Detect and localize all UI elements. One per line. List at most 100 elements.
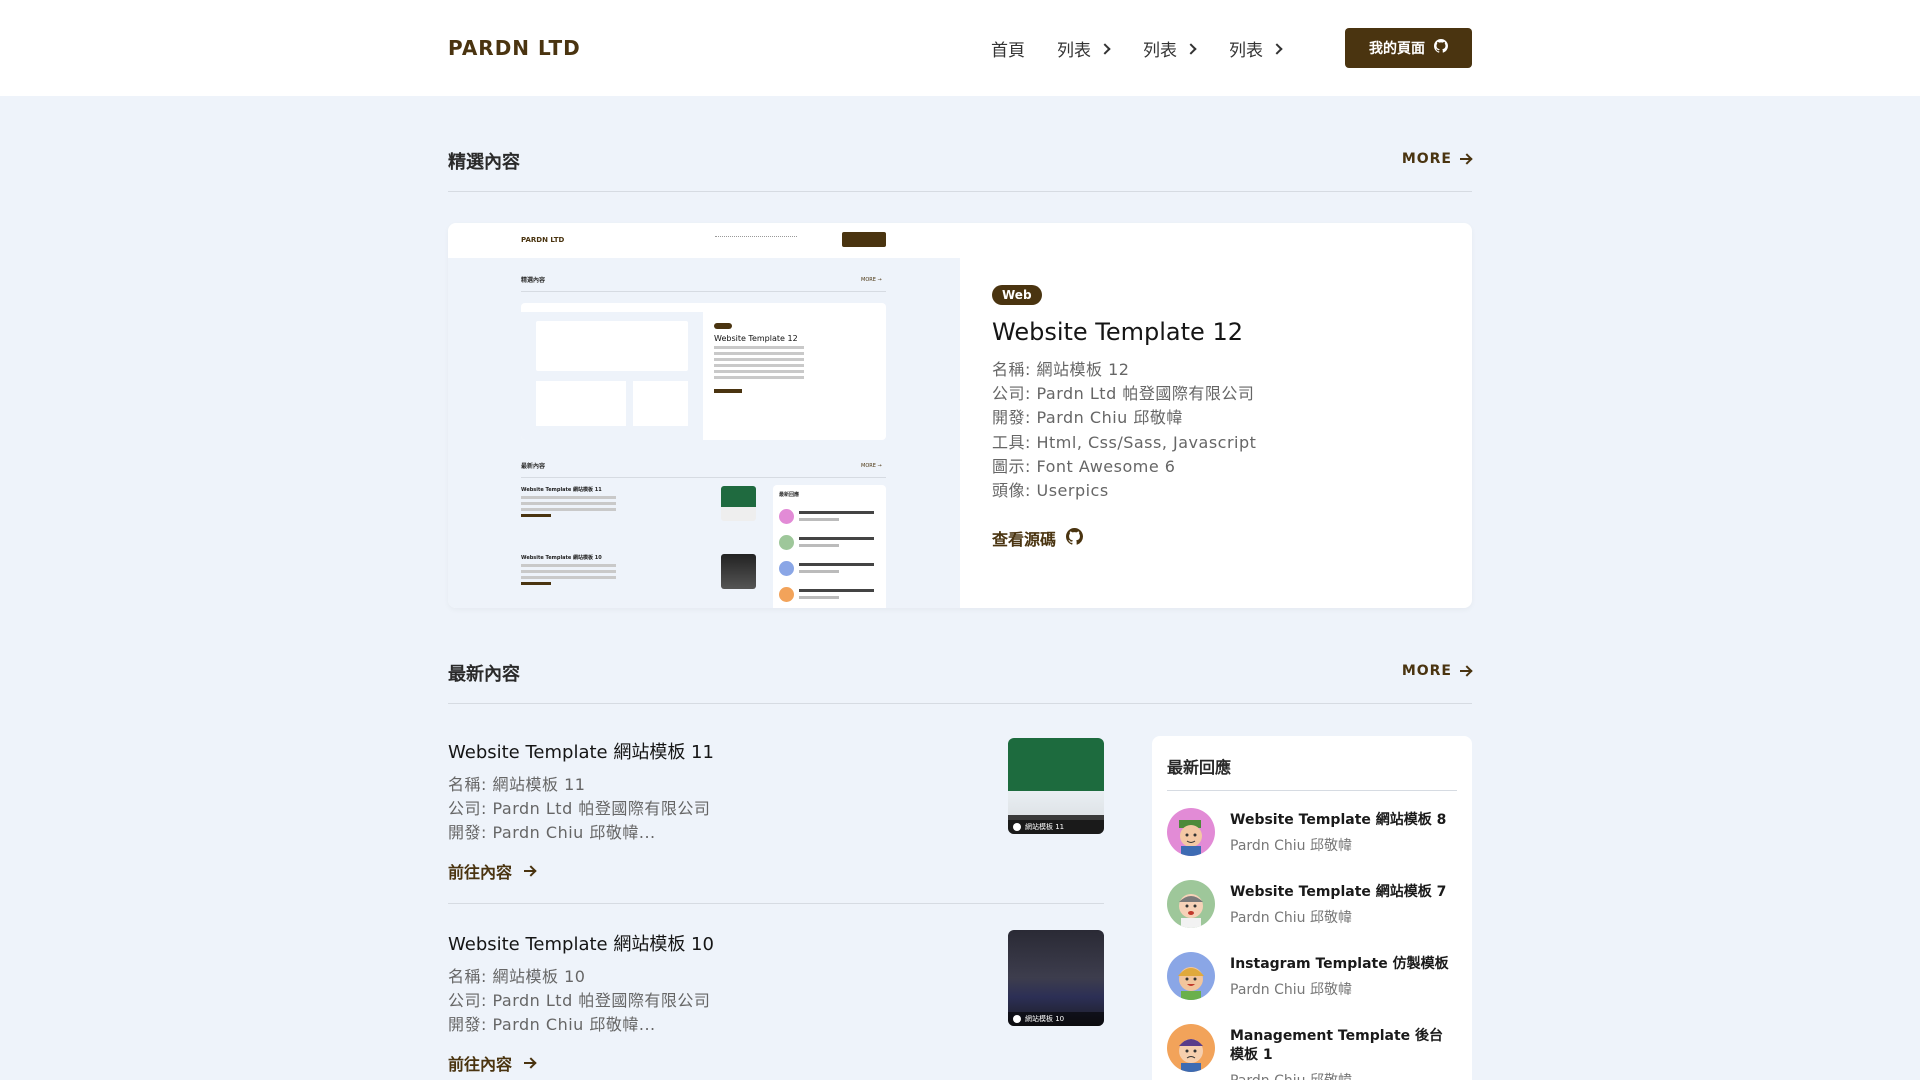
mini-card-info: Website Template 12: [714, 323, 804, 393]
detail-company: 公司: Pardn Ltd 帕登國際有限公司: [448, 991, 711, 1011]
post-details: 名稱: 網站模板 10 公司: Pardn Ltd 帕登國際有限公司 開發: P…: [448, 965, 710, 1038]
go-to-content-link[interactable]: 前往內容: [448, 859, 536, 883]
view-source-label: 查看源碼: [992, 530, 1057, 549]
avatar: [1167, 808, 1215, 856]
mini-replies-title: 最新回應: [779, 492, 800, 498]
chevron-right-icon: [1099, 42, 1111, 55]
reply-author: Pardn Chiu 邱敬幃: [1230, 982, 1352, 998]
more-label: MORE: [1401, 663, 1452, 679]
nav-list-2[interactable]: 列表: [1143, 36, 1197, 61]
more-label: MORE: [1401, 151, 1452, 167]
detail-developer: 開發: Pardn Chiu 邱敬幃...: [448, 823, 656, 843]
replies-title: 最新回應: [1167, 758, 1232, 777]
top-navbar: PARDN LTD 首頁 列表 列表 列表 我的頁面: [0, 0, 1920, 96]
nav-list-1[interactable]: 列表: [1057, 36, 1111, 61]
featured-more-link[interactable]: MORE: [1402, 151, 1472, 167]
avatar: [1167, 880, 1215, 928]
my-page-label: 我的頁面: [1369, 41, 1425, 57]
github-icon: [1434, 39, 1448, 57]
replies-divider: [1167, 790, 1457, 791]
mini-featured-title: 精選內容: [521, 277, 546, 284]
arrow-right-icon: [524, 865, 536, 877]
section-divider: [448, 191, 1472, 192]
mini-divider: [521, 291, 886, 292]
mini-divider: [521, 477, 886, 478]
post-thumbnail[interactable]: 網站模板 10: [1008, 930, 1104, 1026]
mini-replies: 最新回應: [773, 485, 886, 608]
section-divider: [448, 703, 1472, 704]
brand-logo[interactable]: PARDN LTD: [448, 36, 581, 60]
reply-item[interactable]: Website Template 網站模板 8 Pardn Chiu 邱敬幃: [1167, 808, 1457, 864]
mini-thumb: [721, 554, 756, 589]
mini-more: MORE →: [861, 463, 882, 469]
featured-details: 名稱: 網站模板 12 公司: Pardn Ltd 帕登國際有限公司 開發: P…: [992, 358, 1256, 503]
featured-card[interactable]: PARDN LTD 精選內容 MORE → Website Template 1…: [448, 223, 1472, 608]
detail-name: 名稱: 網站模板 12: [992, 360, 1130, 379]
nav-home-label: 首頁: [991, 41, 1025, 61]
list-divider: [448, 903, 1104, 904]
mini-nav: [715, 236, 797, 240]
chevron-right-icon: [1271, 42, 1283, 55]
latest-replies-card: 最新回應 Website Template 網站模板 8 Pardn Chiu …: [1152, 736, 1472, 1080]
mini-brand: PARDN LTD: [521, 236, 565, 244]
go-to-content-link[interactable]: 前往內容: [448, 1051, 536, 1075]
featured-screenshot: PARDN LTD 精選內容 MORE → Website Template 1…: [448, 223, 960, 608]
reply-item[interactable]: Instagram Template 仿製模板 Pardn Chiu 邱敬幃: [1167, 952, 1457, 1008]
detail-developer: 開發: Pardn Chiu 邱敬幃: [992, 408, 1183, 428]
mini-featured-card: Website Template 12: [521, 303, 886, 440]
reply-item[interactable]: Management Template 後台模板 1 Pardn Chiu 邱敬…: [1167, 1024, 1457, 1080]
go-to-content-label: 前往內容: [448, 1055, 513, 1074]
github-icon: [1066, 527, 1084, 549]
mini-thumb: [721, 486, 756, 521]
mini-navbar: PARDN LTD: [448, 223, 960, 258]
chevron-right-icon: [1185, 42, 1197, 55]
detail-developer: 開發: Pardn Chiu 邱敬幃...: [448, 1015, 656, 1035]
nav-list-1-label: 列表: [1057, 41, 1091, 61]
latest-section-title: 最新內容: [448, 664, 520, 685]
detail-name: 名稱: 網站模板 10: [448, 967, 586, 986]
nav-list-3[interactable]: 列表: [1229, 36, 1283, 61]
mini-card-image: [521, 303, 703, 440]
post-title[interactable]: Website Template 網站模板 11: [448, 738, 714, 764]
mini-button: [842, 232, 886, 247]
post-title[interactable]: Website Template 網站模板 10: [448, 930, 714, 956]
main-nav: 首頁 列表 列表 列表: [991, 36, 1315, 61]
latest-more-link[interactable]: MORE: [1402, 663, 1472, 679]
reply-title: Website Template 網站模板 7: [1230, 884, 1447, 900]
go-to-content-label: 前往內容: [448, 863, 513, 882]
detail-name: 名稱: 網站模板 11: [448, 775, 586, 794]
reply-title: Website Template 網站模板 8: [1230, 812, 1447, 828]
featured-section-title: 精選內容: [448, 152, 520, 173]
detail-avatars: 頭像: Userpics: [992, 481, 1109, 501]
post-thumbnail[interactable]: 網站模板 11: [1008, 738, 1104, 834]
avatar: [1167, 952, 1215, 1000]
detail-icons: 圖示: Font Awesome 6: [992, 456, 1176, 476]
reply-author: Pardn Chiu 邱敬幃: [1230, 1070, 1352, 1080]
featured-title[interactable]: Website Template 12: [992, 318, 1243, 346]
reply-author: Pardn Chiu 邱敬幃: [1230, 838, 1352, 854]
view-source-link[interactable]: 查看源碼: [992, 526, 1084, 550]
post-details: 名稱: 網站模板 11 公司: Pardn Ltd 帕登國際有限公司 開發: P…: [448, 773, 710, 846]
mini-card-title: Website Template 12: [714, 334, 798, 343]
reply-title: Instagram Template 仿製模板: [1230, 956, 1449, 972]
reply-author: Pardn Chiu 邱敬幃: [1230, 910, 1352, 926]
mini-more: MORE →: [861, 277, 882, 283]
detail-company: 公司: Pardn Ltd 帕登國際有限公司: [992, 384, 1255, 404]
avatar: [1167, 1024, 1215, 1072]
arrow-right-icon: [1460, 665, 1472, 677]
detail-company: 公司: Pardn Ltd 帕登國際有限公司: [448, 799, 711, 819]
thumb-caption: 網站模板 10: [1025, 1015, 1065, 1023]
nav-home[interactable]: 首頁: [991, 36, 1025, 61]
reply-item[interactable]: Website Template 網站模板 7 Pardn Chiu 邱敬幃: [1167, 880, 1457, 936]
arrow-right-icon: [1460, 153, 1472, 165]
nav-list-2-label: 列表: [1143, 41, 1177, 61]
mini-latest-title: 最新內容: [521, 463, 546, 470]
detail-tools: 工具: Html, Css/Sass, Javascript: [992, 432, 1257, 452]
my-page-button[interactable]: 我的頁面: [1345, 28, 1472, 68]
mini-badge: [714, 323, 732, 329]
category-badge: Web: [992, 285, 1042, 305]
nav-list-3-label: 列表: [1229, 41, 1263, 61]
reply-title: Management Template 後台模板 1: [1230, 1028, 1444, 1063]
thumb-caption: 網站模板 11: [1025, 823, 1065, 831]
arrow-right-icon: [524, 1057, 536, 1069]
